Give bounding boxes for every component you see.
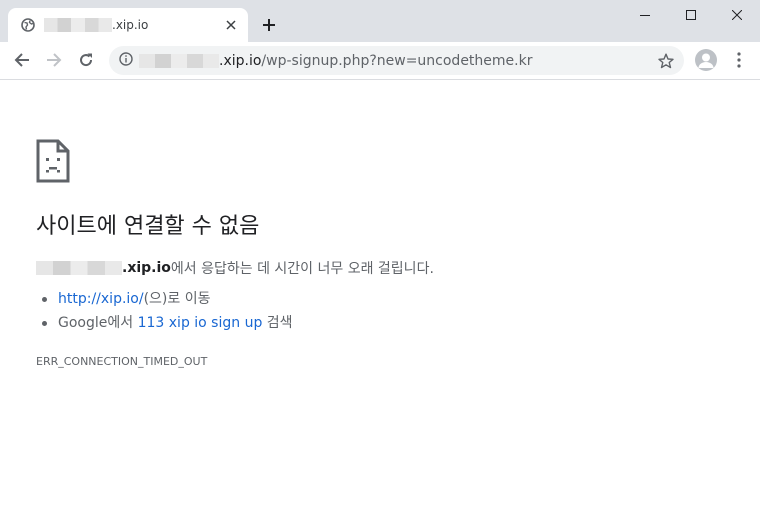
reload-button[interactable] — [73, 47, 99, 73]
plus-icon — [263, 19, 275, 31]
tab-strip: .xip.io — [0, 0, 760, 42]
url-path: /wp-signup.php?new=uncodetheme.kr — [261, 52, 533, 69]
url-text: .xip.io /wp-signup.php?new=uncodetheme.k… — [139, 53, 532, 69]
menu-dots-icon[interactable] — [729, 49, 749, 71]
forward-button[interactable] — [41, 47, 67, 73]
maximize-icon — [686, 10, 696, 20]
minimize-button[interactable] — [622, 0, 668, 30]
arrow-left-icon — [14, 53, 29, 67]
arrow-right-icon — [47, 53, 62, 67]
window-close-button[interactable] — [714, 0, 760, 30]
minimize-icon — [640, 15, 650, 16]
browser-toolbar: .xip.io /wp-signup.php?new=uncodetheme.k… — [0, 42, 760, 80]
tab-title-text: .xip.io — [112, 18, 149, 32]
reload-icon — [80, 53, 93, 67]
tab-title: .xip.io — [44, 18, 148, 32]
star-icon[interactable] — [656, 51, 676, 71]
maximize-button[interactable] — [668, 0, 714, 30]
url-host-suffix: .xip.io — [219, 52, 262, 69]
list-item: http://xip.io/(으)로 이동 — [42, 290, 293, 314]
address-bar[interactable]: .xip.io /wp-signup.php?new=uncodetheme.k… — [109, 46, 684, 75]
error-host: .xip.io — [122, 260, 171, 276]
redacted-host — [36, 261, 122, 275]
error-code: ERR_CONNECTION_TIMED_OUT — [36, 355, 208, 368]
error-description: .xip.io 에서 응답하는 데 시간이 너무 오래 걸립니다. — [36, 258, 434, 278]
error-description-text: 에서 응답하는 데 시간이 너무 오래 걸립니다. — [170, 261, 434, 277]
list-item: Google에서 113 xip io sign up 검색 — [42, 314, 293, 338]
info-icon[interactable] — [119, 51, 133, 70]
google-search-link[interactable]: 113 xip io sign up — [138, 315, 263, 331]
close-icon — [732, 10, 742, 20]
error-title: 사이트에 연결할 수 없음 — [36, 214, 260, 239]
suggestions-list: http://xip.io/(으)로 이동 Google에서 113 xip i… — [42, 290, 293, 338]
sad-document-icon — [36, 139, 70, 183]
redacted-host — [44, 18, 112, 32]
suggestion-prefix: Google에서 — [58, 315, 138, 331]
suggestion-text: 검색 — [262, 315, 293, 331]
redacted-host — [139, 53, 219, 68]
close-icon[interactable] — [222, 16, 240, 34]
profile-avatar-icon[interactable] — [695, 49, 717, 71]
active-tab[interactable]: .xip.io — [8, 8, 248, 42]
xip-io-link[interactable]: http://xip.io/ — [58, 291, 144, 307]
suggestion-text: (으)로 이동 — [143, 291, 211, 307]
globe-icon — [20, 17, 36, 33]
new-tab-button[interactable] — [258, 14, 280, 36]
back-button[interactable] — [9, 47, 35, 73]
